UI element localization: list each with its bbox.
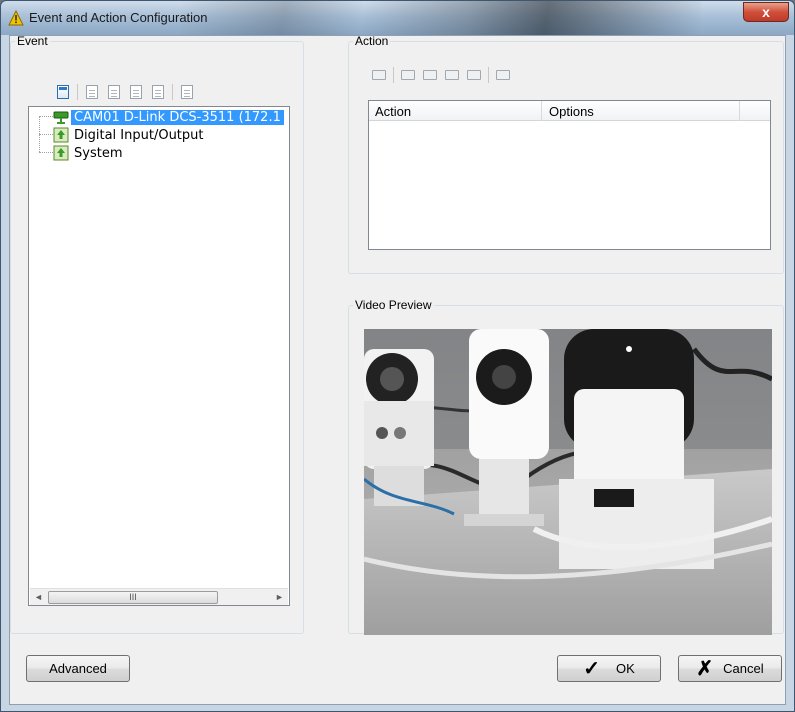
event-toolbar bbox=[55, 82, 201, 102]
tree-item-label: System bbox=[74, 145, 123, 161]
camera-scene-illustration bbox=[364, 329, 772, 635]
event-tree[interactable]: CAM01 D-Link DCS-3511 (172.1 Digital Inp… bbox=[28, 106, 290, 606]
delete-action-icon[interactable] bbox=[495, 67, 511, 83]
tree-connector bbox=[39, 134, 53, 135]
column-header-options[interactable]: Options bbox=[549, 104, 594, 119]
scroll-left-icon[interactable]: ◄ bbox=[30, 589, 47, 606]
scrollbar-thumb[interactable]: III bbox=[48, 591, 218, 604]
action-list-header: Action Options bbox=[369, 101, 770, 121]
delete-event-icon[interactable] bbox=[84, 84, 100, 100]
advanced-button-label: Advanced bbox=[49, 661, 107, 676]
cancel-button[interactable]: ✗ Cancel bbox=[678, 655, 782, 682]
cross-icon: ✗ bbox=[696, 657, 714, 680]
toolbar-separator bbox=[77, 84, 78, 100]
cancel-button-label: Cancel bbox=[723, 661, 764, 676]
copy-action-icon[interactable] bbox=[422, 67, 438, 83]
dialog-client-area: Event CAM01 D-Link DCS-3511 (172.1 Digit… bbox=[9, 34, 786, 705]
title-bar-decoration bbox=[181, 1, 701, 35]
new-event-icon[interactable] bbox=[55, 84, 71, 100]
copy-event-icon[interactable] bbox=[106, 84, 122, 100]
title-bar[interactable]: Event and Action Configuration x bbox=[1, 1, 794, 35]
toolbar-separator bbox=[393, 67, 394, 83]
tree-item-digital-io[interactable]: Digital Input/Output bbox=[53, 126, 207, 144]
edit-action-icon[interactable] bbox=[400, 67, 416, 83]
dialog-window: Event and Action Configuration x Event C… bbox=[0, 0, 795, 712]
add-action-icon[interactable] bbox=[371, 67, 387, 83]
io-icon bbox=[53, 127, 69, 143]
properties-icon[interactable] bbox=[179, 84, 195, 100]
action-group-legend: Action bbox=[355, 34, 389, 48]
advanced-button[interactable]: Advanced bbox=[26, 655, 130, 682]
tree-item-label: CAM01 D-Link DCS-3511 (172.1 bbox=[71, 109, 284, 125]
copy-all-icon[interactable] bbox=[150, 84, 166, 100]
checkmark-icon: ✓ bbox=[583, 657, 600, 680]
toolbar-separator bbox=[172, 84, 173, 100]
video-preview-group: Video Preview bbox=[348, 298, 784, 635]
paste-action-icon[interactable] bbox=[444, 67, 460, 83]
window-title: Event and Action Configuration bbox=[29, 10, 208, 25]
scroll-right-icon[interactable]: ► bbox=[271, 589, 288, 606]
column-divider bbox=[541, 101, 542, 121]
action-group: Action Action Options bbox=[348, 34, 784, 274]
ok-button[interactable]: ✓ OK bbox=[557, 655, 661, 682]
tree-item-system[interactable]: System bbox=[53, 144, 125, 162]
warning-icon bbox=[8, 10, 24, 26]
close-button[interactable]: x bbox=[743, 2, 789, 22]
tree-horizontal-scrollbar[interactable]: ◄ III ► bbox=[30, 588, 288, 605]
action-toolbar bbox=[371, 65, 517, 85]
ok-button-label: OK bbox=[615, 661, 635, 676]
camera-icon bbox=[53, 111, 69, 124]
tree-connector bbox=[39, 152, 53, 153]
column-divider bbox=[739, 101, 740, 121]
video-preview-legend: Video Preview bbox=[355, 298, 432, 312]
toolbar-separator bbox=[488, 67, 489, 83]
tree-item-camera[interactable]: CAM01 D-Link DCS-3511 (172.1 bbox=[53, 108, 284, 126]
move-action-icon[interactable] bbox=[466, 67, 482, 83]
video-preview-image bbox=[364, 329, 772, 635]
paste-event-icon[interactable] bbox=[128, 84, 144, 100]
tree-item-label: Digital Input/Output bbox=[74, 127, 204, 143]
tree-connector bbox=[39, 116, 53, 117]
action-list[interactable]: Action Options bbox=[368, 100, 771, 250]
event-group-legend: Event bbox=[17, 34, 48, 48]
column-header-action[interactable]: Action bbox=[375, 104, 411, 119]
system-icon bbox=[53, 145, 69, 161]
